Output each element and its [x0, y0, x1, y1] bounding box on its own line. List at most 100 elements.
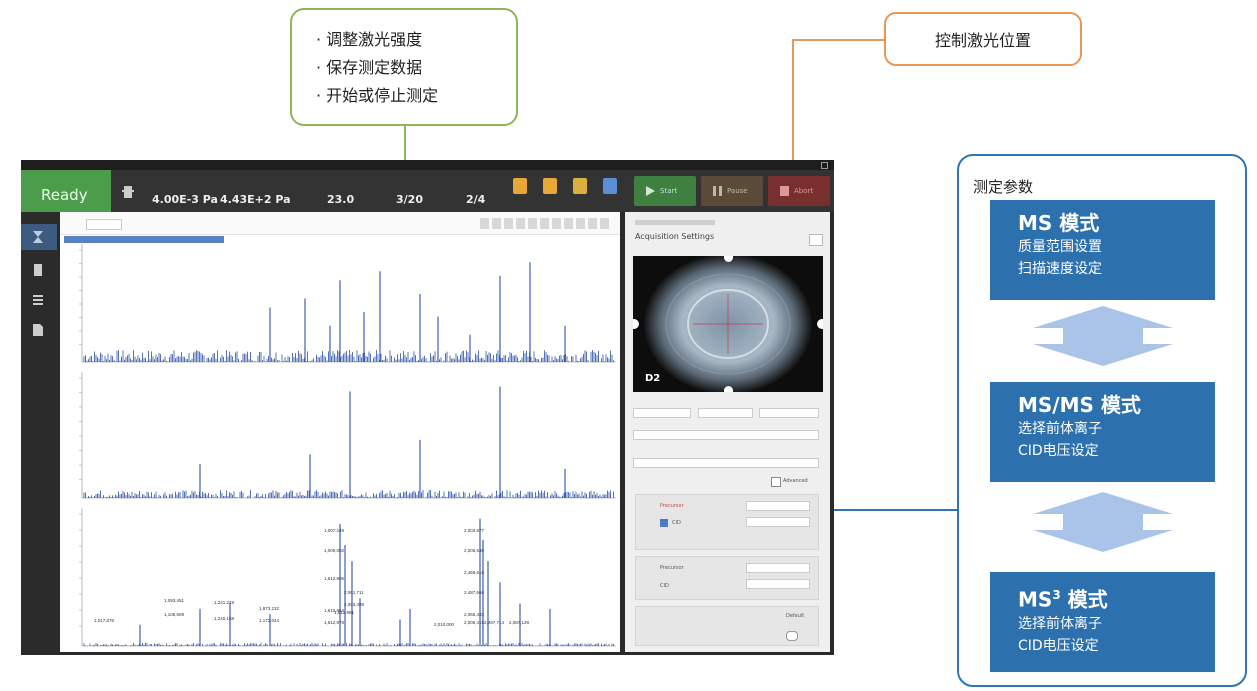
scan-range-select[interactable] [633, 458, 819, 468]
move-right-arrow-icon[interactable] [817, 319, 823, 329]
window-titlebar [21, 160, 834, 170]
msms-mode-line-1: 选择前体离子 [1018, 421, 1102, 437]
peak-label: 2,003.877 [464, 528, 485, 533]
msms-mode-line-2: CID电压设定 [1018, 443, 1099, 459]
parameters-panel: 测定参数 MS 模式 质量范围设置 扫描速度设定 MS/MS 模式 选择前体离子… [957, 154, 1247, 687]
laser-tasks-callout: · 调整激光强度 · 保存测定数据 · 开始或停止测定 [290, 8, 518, 126]
peak-label: 2,003,488 [344, 602, 365, 607]
advanced-checkbox[interactable] [771, 477, 781, 487]
sample-plate-image [644, 254, 812, 394]
abort-button-label: Abort [794, 187, 814, 195]
method-file-label [635, 220, 715, 225]
pressure-reading-2: 4.43E+2 Pa [220, 193, 291, 206]
peak-label: 1,017,876 [94, 618, 115, 623]
peak-label: 1,240,158 [214, 616, 235, 621]
list-icon[interactable] [31, 294, 45, 306]
accumulation-select[interactable] [759, 408, 819, 418]
peak-label: 1,007.249 [324, 528, 345, 533]
settings-menu-button[interactable] [809, 234, 823, 246]
ms3-cid-voltage-field[interactable] [746, 579, 810, 589]
ms2-precursor-field[interactable] [746, 501, 810, 511]
ms3-title-sup: 3 [1052, 588, 1061, 602]
window-close-icon[interactable] [821, 162, 828, 169]
peak-label: 2,487,666 [464, 590, 485, 595]
document-icon[interactable] [31, 264, 45, 276]
spectrum-plot-panel: 1,007.249 2,003.877 1,009,002 2,005,636 2,46… [60, 212, 620, 652]
pressure-reading-1: 4.00E-3 Pa [152, 193, 218, 206]
report-icon[interactable] [31, 324, 45, 336]
status-text: Ready [41, 186, 88, 204]
ion-mode-select[interactable] [633, 430, 819, 440]
parameters-title: 测定参数 [973, 178, 1034, 196]
shot-progress: 3/20 [396, 193, 423, 206]
ms3-title-rest: 模式 [1060, 587, 1108, 612]
panel-title: Acquisition Settings [635, 232, 715, 241]
callout-line-adjust-laser: · 调整激光强度 [316, 30, 423, 49]
double-arrow-icon [1033, 492, 1173, 552]
ms3-title-base: MS [1018, 587, 1053, 612]
ms-mode-box: MS 模式 质量范围设置 扫描速度设定 [990, 200, 1215, 300]
play-icon [646, 186, 655, 196]
ms2-precursor-label: Precursor [660, 503, 684, 509]
ms3-precursor-field[interactable] [746, 563, 810, 573]
detector-settings-group: Default [635, 606, 819, 646]
ms3-mode-title: MS3 模式 [1018, 582, 1215, 613]
laser-camera-view[interactable]: D2 [633, 254, 823, 394]
save-method-icon[interactable] [543, 178, 557, 194]
ms-mode-title: MS 模式 [1018, 211, 1100, 235]
move-down-arrow-icon[interactable] [724, 386, 733, 392]
side-navigation [21, 212, 57, 655]
ms3-settings-group: Precursor CID [635, 556, 819, 600]
well-position-label: D2 [645, 373, 661, 384]
peak-label: 2,087,128 [509, 620, 530, 625]
status-toolbar: Ready 4.00E-3 Pa 4.43E+2 Pa 23.0 3/20 2/… [21, 170, 834, 212]
peak-label: 1,093,451 [164, 598, 185, 603]
default-toggle[interactable] [786, 631, 798, 641]
load-method-icon[interactable] [513, 178, 527, 194]
app-window: Ready 4.00E-3 Pa 4.43E+2 Pa 23.0 3/20 2/… [21, 160, 834, 655]
start-button-label: Start [660, 187, 678, 195]
peak-label: 1,612.891 [334, 610, 355, 615]
advanced-label: Advanced [783, 478, 808, 484]
ms-mode-line-2: 扫描速度设定 [1018, 261, 1102, 277]
default-label: Default [786, 613, 805, 619]
peak-label: 2,497,714 [484, 620, 505, 625]
pause-button[interactable]: Pause [701, 176, 763, 206]
msms-mode-title: MS/MS 模式 [1018, 393, 1141, 417]
peak-label: 1,612.896 [324, 576, 345, 581]
peak-label: 1,612,978 [324, 620, 345, 625]
acquisition-settings-panel: Acquisition Settings D2 Advanced Precurs… [625, 212, 830, 652]
number-field[interactable] [698, 408, 753, 418]
ms-mode-line-1: 质量范围设置 [1018, 239, 1102, 255]
peak-label: 1,009,002 [324, 548, 345, 553]
pause-icon [713, 186, 722, 196]
pump-icon [122, 186, 134, 198]
folder-icon[interactable] [573, 178, 587, 194]
double-arrow-icon [1033, 306, 1173, 366]
peak-label: 1,873,232 [259, 606, 280, 611]
abort-button[interactable]: Abort [768, 176, 830, 206]
callout-line-start-stop: · 开始或停止测定 [316, 86, 439, 105]
peak-label: 1,241.248 [214, 600, 235, 605]
ms2-cid-checkbox[interactable] [660, 519, 668, 527]
peak-label: 2,010,000 [434, 622, 455, 627]
ms3-mode-line-2: CID电压设定 [1018, 637, 1099, 654]
ms3-cid-label: CID [660, 583, 669, 589]
ms2-cid-voltage-field[interactable] [746, 517, 810, 527]
peak-label: 1,172,044 [259, 618, 280, 623]
laser-value: 23.0 [327, 193, 355, 206]
msms-mode-box: MS/MS 模式 选择前体离子 CID电压设定 [990, 382, 1215, 482]
pause-button-label: Pause [727, 187, 748, 195]
peak-label: 2,061,711 [344, 590, 364, 595]
sample-counter: 2/4 [466, 193, 486, 206]
acquire-icon [33, 231, 43, 243]
callout-line-save-data: · 保存测定数据 [316, 58, 423, 77]
ms2-cid-label: CID [672, 520, 681, 526]
mode-select[interactable] [633, 408, 691, 418]
ms3-precursor-label: Precursor [660, 565, 684, 571]
laser-position-text: 控制激光位置 [934, 31, 1031, 50]
ms2-settings-group: Precursor CID [635, 494, 819, 550]
stop-icon [780, 186, 789, 196]
save-data-icon[interactable] [603, 178, 617, 194]
start-button[interactable]: Start [634, 176, 696, 206]
